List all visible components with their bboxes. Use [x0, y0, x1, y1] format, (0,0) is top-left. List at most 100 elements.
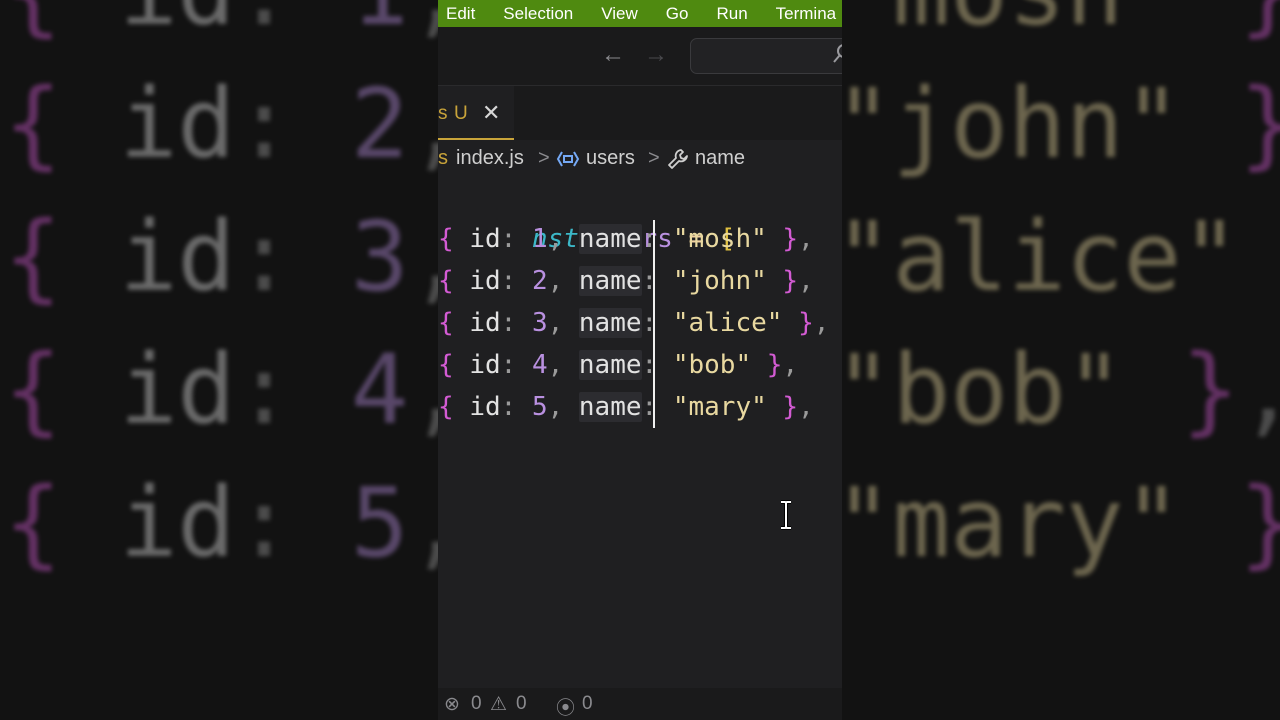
id-value: 4 — [531, 350, 548, 380]
js-file-icon: s — [438, 147, 448, 169]
trailing-comma: , — [813, 308, 830, 338]
command-center-search[interactable] — [690, 38, 842, 74]
bg-left-token: , — [409, 0, 440, 47]
bg-right-token — [1181, 467, 1239, 579]
property-id: id — [469, 392, 501, 422]
tab-index-js[interactable]: s U ✕ — [438, 86, 514, 140]
bg-left-token: 5 — [350, 467, 409, 579]
close-brace: } — [782, 266, 799, 296]
comma: , — [547, 224, 564, 254]
background-code-right: "mosh" }, "john" }, "alice" }, "bob" }, … — [842, 0, 1280, 590]
search-icon — [833, 44, 842, 63]
bg-left-token — [62, 0, 120, 47]
bg-left-token — [62, 334, 120, 446]
colon: : — [500, 224, 517, 254]
bg-left-token — [293, 0, 351, 47]
id-value: 1 — [531, 224, 548, 254]
bg-left-token: : — [235, 201, 293, 313]
breadcrumb-property[interactable]: name — [695, 147, 745, 170]
bg-right-token — [1124, 334, 1182, 446]
trailing-comma: , — [798, 266, 814, 296]
open-brace: { — [438, 350, 454, 380]
bg-left-token: 3 — [350, 201, 409, 313]
breadcrumb-variable[interactable]: users — [586, 147, 635, 170]
bg-left-token: { — [4, 334, 62, 446]
code-editor-window: Edit Selection View Go Run Termina ← → s… — [438, 0, 842, 720]
bg-right-token: } — [1239, 467, 1280, 579]
error-circle-icon[interactable]: ⊗ — [444, 693, 460, 716]
bg-left-token: { — [4, 467, 62, 579]
menu-terminal[interactable]: Termina — [776, 4, 836, 24]
property-id: id — [469, 308, 501, 338]
bg-left-token — [293, 467, 351, 579]
bg-left-token: , — [409, 201, 440, 313]
open-brace: { — [438, 224, 454, 254]
bg-right-token: } — [1239, 68, 1280, 180]
bg-right-token: , — [1239, 334, 1280, 446]
id-value: 3 — [531, 308, 548, 338]
bg-left-token: id — [119, 201, 236, 313]
property-name-selected: name — [578, 392, 642, 422]
colon: : — [500, 308, 517, 338]
menu-view[interactable]: View — [601, 4, 638, 24]
menu-selection[interactable]: Selection — [503, 4, 573, 24]
bg-left-token: id — [119, 334, 236, 446]
comma: , — [547, 350, 564, 380]
bg-right-token: } — [1239, 0, 1280, 47]
bg-right-token — [1181, 0, 1239, 47]
name-value: "alice" — [672, 308, 783, 338]
broadcast-icon[interactable]: ⦿ — [556, 693, 575, 720]
bg-left-token: { — [4, 201, 62, 313]
code-line-user-3: { id: 3, name: "alice" }, — [438, 302, 829, 344]
warning-triangle-icon[interactable]: ⚠ — [490, 693, 507, 716]
error-count[interactable]: 0 — [471, 693, 482, 715]
background-line: { id: 5, — [4, 457, 440, 590]
name-value: "bob" — [672, 350, 752, 380]
arrow-right-icon[interactable]: → — [644, 41, 668, 69]
comma: , — [547, 392, 564, 422]
close-brace: } — [798, 308, 814, 338]
ibeam-cursor-icon — [781, 500, 791, 530]
bg-left-token: 2 — [350, 68, 409, 180]
title-bar: ← → — [438, 27, 842, 86]
bg-left-token: , — [409, 467, 440, 579]
variable-icon — [556, 150, 580, 173]
open-brace: { — [438, 266, 454, 296]
property-name-selected: name — [578, 350, 642, 380]
bg-left-token: id — [119, 467, 236, 579]
background-line: { id: 4, — [4, 324, 440, 457]
trailing-comma: , — [798, 224, 814, 254]
background-line: "john" }, — [842, 58, 1280, 191]
background-line: { id: 3, — [4, 191, 440, 324]
bg-left-token: : — [235, 0, 293, 47]
tab-bar: s U ✕ — [438, 86, 842, 140]
breadcrumb-file[interactable]: index.js — [456, 147, 524, 170]
code-line-user-1: { id: 1, name: "mosh" }, — [438, 218, 814, 260]
bg-left-token: : — [235, 68, 293, 180]
bg-right-token: "mary" — [842, 467, 1182, 579]
code-line-user-4: { id: 4, name: "bob" }, — [438, 344, 798, 386]
background-line: "alice" }, — [842, 191, 1280, 324]
menu-go[interactable]: Go — [666, 4, 689, 24]
property-id: id — [469, 266, 501, 296]
menu-edit[interactable]: Edit — [446, 4, 475, 24]
colon: : — [500, 392, 517, 422]
property-id: id — [469, 350, 501, 380]
name-value: "mary" — [672, 392, 767, 422]
arrow-left-icon[interactable]: ← — [601, 41, 625, 69]
bg-left-token — [62, 201, 120, 313]
active-tab-indicator — [438, 138, 514, 140]
bg-left-token — [293, 334, 351, 446]
chevron-right-icon: > — [538, 147, 550, 169]
background-line: { id: 2, — [4, 58, 440, 191]
text-cursor — [653, 220, 655, 428]
open-brace: { — [438, 392, 454, 422]
warning-count[interactable]: 0 — [516, 693, 527, 715]
close-icon[interactable]: ✕ — [482, 100, 500, 126]
bg-left-token — [62, 68, 120, 180]
menu-run[interactable]: Run — [716, 4, 747, 24]
bg-left-token: 1 — [351, 0, 409, 47]
bg-left-token: id — [119, 68, 236, 180]
ports-count[interactable]: 0 — [582, 693, 593, 715]
name-value: "mosh" — [672, 224, 767, 254]
